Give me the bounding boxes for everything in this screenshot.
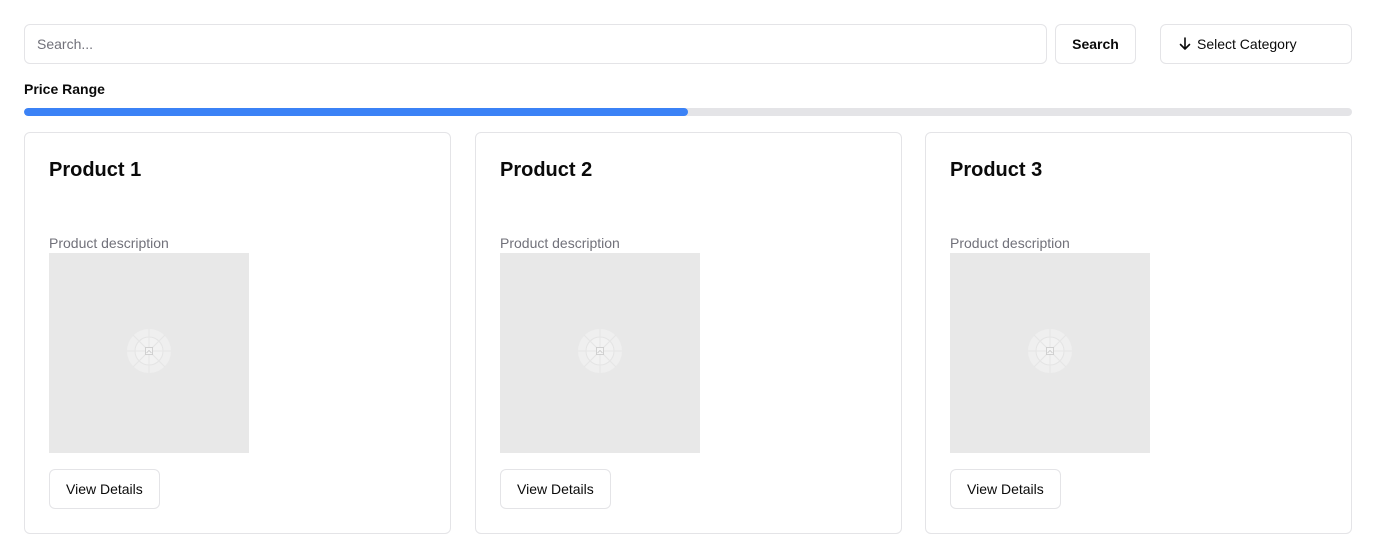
image-placeholder-icon: [1027, 328, 1073, 379]
price-range-fill: [24, 108, 688, 116]
product-image: [49, 253, 249, 453]
price-range-slider[interactable]: [24, 108, 1352, 116]
product-title: Product 1: [49, 159, 142, 181]
view-details-button[interactable]: View Details: [49, 469, 160, 509]
price-range-label: Price Range: [24, 81, 105, 97]
search-bar: Search Select Category: [24, 24, 1352, 64]
product-card: Product 2 Product description View Detai…: [475, 132, 902, 534]
search-button[interactable]: Search: [1055, 24, 1136, 64]
product-card: Product 1 Product description View Detai…: [24, 132, 451, 534]
product-description: Product description: [49, 235, 169, 251]
product-grid: Product 1 Product description View Detai…: [24, 132, 1352, 534]
product-title: Product 3: [950, 159, 1043, 181]
product-description: Product description: [950, 235, 1070, 251]
arrow-down-icon: [1179, 37, 1191, 51]
product-page: Search Select Category Price Range Produ…: [0, 0, 1376, 558]
search-input[interactable]: [24, 24, 1047, 64]
category-select[interactable]: Select Category: [1160, 24, 1352, 64]
product-image: [500, 253, 700, 453]
category-select-label: Select Category: [1197, 36, 1297, 52]
view-details-button[interactable]: View Details: [500, 469, 611, 509]
view-details-button[interactable]: View Details: [950, 469, 1061, 509]
product-card: Product 3 Product description View Detai…: [925, 132, 1352, 534]
product-image: [950, 253, 1150, 453]
image-placeholder-icon: [577, 328, 623, 379]
image-placeholder-icon: [126, 328, 172, 379]
product-title: Product 2: [500, 159, 593, 181]
product-description: Product description: [500, 235, 620, 251]
